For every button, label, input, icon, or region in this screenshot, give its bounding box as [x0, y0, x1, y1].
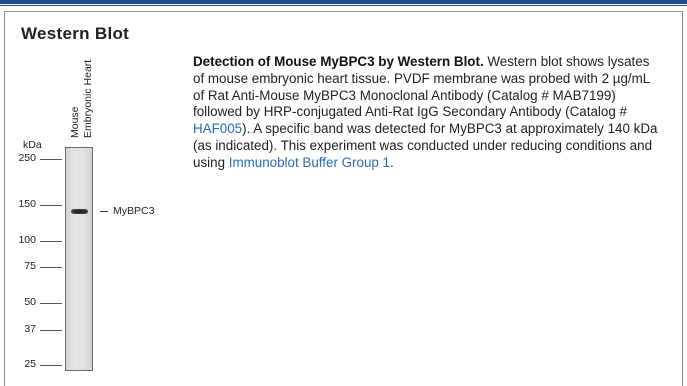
top-accent-line: [0, 5, 687, 6]
marker-label: 100: [18, 233, 36, 246]
marker-tick: [40, 302, 62, 304]
marker-tick: [40, 204, 62, 206]
marker-tick: [40, 365, 62, 366]
lane-label-species: Mouse: [69, 106, 81, 138]
marker-tick: [40, 159, 62, 160]
marker-label: 150: [18, 197, 36, 210]
marker-label: 25: [24, 358, 36, 370]
blot-membrane: [65, 147, 93, 371]
marker-label: 37: [24, 322, 36, 335]
marker-tick: [40, 329, 62, 331]
top-accent-bar: [0, 0, 687, 4]
immunoblot-buffer-link[interactable]: Immunoblot Buffer Group 1: [229, 155, 390, 170]
kda-label: kDa: [23, 139, 42, 151]
band-indicator-line: [100, 210, 108, 212]
marker-label: 250: [18, 152, 36, 164]
figure-description: Detection of Mouse MyBPC3 by Western Blo…: [193, 54, 663, 172]
marker-label: 50: [24, 295, 36, 308]
catalog-link-haf005[interactable]: HAF005: [193, 121, 242, 136]
section-title: Western Blot: [21, 24, 130, 43]
lane-label-tissue: Embryonic Heart: [82, 59, 94, 138]
marker-label: 75: [24, 259, 36, 272]
description-title: Detection of Mouse MyBPC3 by Western Blo…: [193, 54, 484, 69]
marker-tick: [40, 266, 62, 268]
band-label: MyBPC3: [113, 204, 155, 217]
description-text-3: .: [390, 154, 394, 170]
protein-band: [71, 208, 88, 214]
marker-tick: [40, 240, 62, 242]
